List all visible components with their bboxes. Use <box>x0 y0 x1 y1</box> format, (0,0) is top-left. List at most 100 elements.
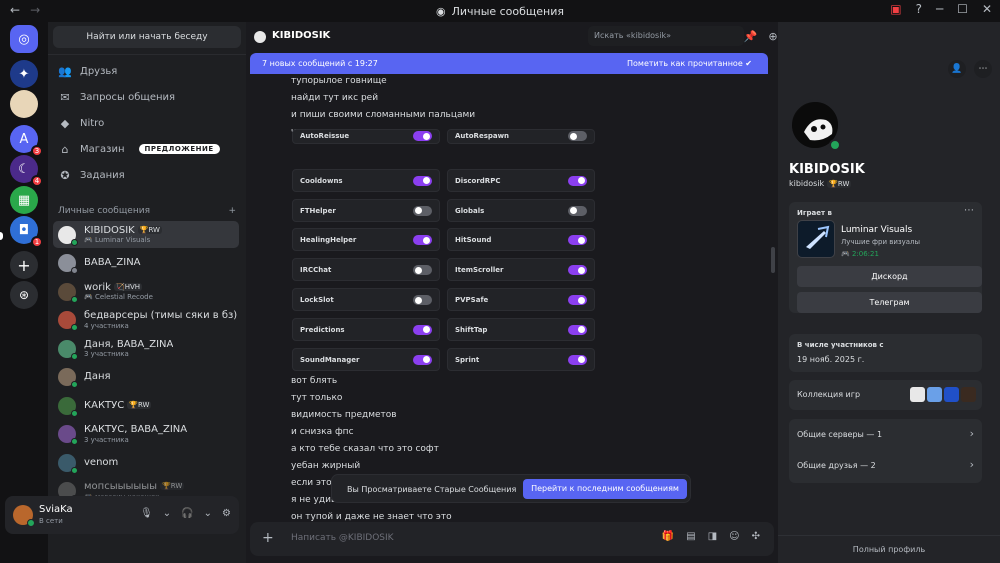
module-label: Sprint <box>455 355 480 364</box>
chevron-down-icon[interactable]: ⌄ <box>163 508 171 519</box>
dm-name: КАКТУС 🏆RW <box>84 400 152 412</box>
dm-item[interactable]: BABA_ZINA <box>53 250 239 277</box>
module-toggle-row: AutoRespawn <box>447 129 595 144</box>
server-1[interactable]: ✦ <box>10 60 38 88</box>
chat-avatar <box>254 31 266 43</box>
add-server-button[interactable]: + <box>10 251 38 279</box>
dm-item[interactable]: КАКТУС, BABA_ZINA 3 участника <box>53 421 239 448</box>
gif-icon[interactable]: ▤ <box>686 531 695 542</box>
full-profile-button[interactable]: Полный профиль <box>778 535 1000 563</box>
toggle-switch <box>568 354 587 365</box>
gift-icon[interactable]: 🎁 <box>662 531 674 542</box>
find-conversation-button[interactable]: Найти или начать беседу <box>53 26 241 48</box>
server-glyph: ◎ <box>18 31 30 47</box>
mark-read-label: Пометить как прочитанное <box>627 59 743 68</box>
new-messages-banner[interactable]: 7 новых сообщений с 19:27 Пометить как п… <box>250 53 768 74</box>
dm-item[interactable]: Даня, BABA_ZINA 3 участника <box>53 335 239 362</box>
minimize-button[interactable]: ─ <box>936 2 943 16</box>
message-text: а кто тебе сказал что это софт <box>291 444 439 454</box>
chat-title[interactable]: KIBIDOSIK <box>272 30 330 41</box>
controller-icon: 🎮 <box>841 250 852 258</box>
discord-link-button[interactable]: Дискорд <box>797 266 982 287</box>
dm-item[interactable]: worik 🏹HVH 🎮 Celestial Recode <box>53 278 239 305</box>
dm-subtitle: 3 участника <box>84 350 129 359</box>
headphones-icon[interactable]: 🎧 <box>181 508 193 519</box>
divider <box>48 54 246 55</box>
dm-name-text: venom <box>84 456 119 468</box>
nav-icon: ✪ <box>60 168 70 182</box>
server-2[interactable] <box>10 90 38 118</box>
server-5[interactable]: ▦ <box>10 186 38 214</box>
module-toggle-row: ItemScroller <box>447 258 595 282</box>
game-collection-card[interactable]: Коллекция игр <box>789 380 982 410</box>
dm-item[interactable]: бедварсеры (тимы сяки в бз) 4 участника <box>53 307 239 334</box>
toggle-switch <box>413 265 432 276</box>
inbox-icon[interactable]: ▣ <box>890 2 901 16</box>
sticker-icon[interactable]: ◨ <box>708 531 717 542</box>
module-toggle-row: DiscordRPC <box>447 168 595 192</box>
create-dm-icon[interactable]: + <box>228 206 236 216</box>
discord-home[interactable]: ◎ <box>10 25 38 53</box>
user-name[interactable]: SviaKa <box>39 504 73 515</box>
status-dot-icon <box>71 466 78 474</box>
maximize-button[interactable]: ☐ <box>957 2 968 16</box>
message-text: если это <box>291 478 332 488</box>
nav-item[interactable]: ✉ Запросы общения <box>58 87 238 107</box>
toggle-switch <box>568 205 587 216</box>
emoji-icon[interactable]: ☺ <box>729 531 739 542</box>
nav-item[interactable]: ✪ Задания <box>58 165 238 185</box>
chevron-down-icon[interactable]: ⌄ <box>204 508 212 519</box>
mutual-servers[interactable]: Общие серверы — 1 <box>797 430 882 439</box>
dm-item[interactable]: Даня <box>53 364 239 391</box>
toggle-switch <box>568 265 587 276</box>
scrollbar-thumb[interactable] <box>771 247 775 273</box>
game-name: Luminar Visuals <box>841 225 913 235</box>
help-icon[interactable]: ? <box>916 2 922 16</box>
unread-badge: 1 <box>31 236 43 248</box>
nav-item[interactable]: 👥 Друзья <box>58 61 238 81</box>
status-dot-icon <box>71 352 78 360</box>
nav-item[interactable]: ◆ Nitro <box>58 113 238 133</box>
toggle-switch <box>568 131 587 141</box>
dm-item[interactable]: venom <box>53 449 239 476</box>
add-friend-icon[interactable]: 👤 <box>948 60 966 78</box>
attach-plus-icon[interactable]: + <box>262 530 274 546</box>
dm-item[interactable]: КАКТУС 🏆RW <box>53 392 239 419</box>
add-friend-icon[interactable]: ⊕ <box>768 30 777 43</box>
server-glyph: ◘ <box>18 222 30 238</box>
server-4[interactable]: ☾ 4 <box>10 155 43 187</box>
microphone-icon[interactable]: 🎙 <box>140 508 153 519</box>
nav-item[interactable]: ⌂ Магазин ПРЕДЛОЖЕНИЕ <box>58 139 238 159</box>
dm-item[interactable]: KIBIDOSIK 🏆RW 🎮 Luminar Visuals <box>53 221 239 248</box>
toggle-switch <box>568 235 587 246</box>
module-label: PVPSafe <box>455 296 489 304</box>
module-label: ShiftTap <box>455 325 488 334</box>
activity-more-icon[interactable]: ⋯ <box>964 205 974 216</box>
more-options-icon[interactable]: ⋯ <box>974 60 992 78</box>
mutual-friends[interactable]: Общие друзья — 2 <box>797 461 876 470</box>
mark-read-button[interactable]: Пометить как прочитанное ✔ <box>627 59 752 68</box>
server-3[interactable]: A3 <box>10 125 43 157</box>
toggle-switch <box>568 295 587 305</box>
nav-icon: 👥 <box>58 64 72 78</box>
search-input[interactable]: Искать «kibidosik» <box>588 26 744 46</box>
telegram-link-button[interactable]: Телеграм <box>797 292 982 313</box>
clan-tag: 🏆RW <box>827 179 852 188</box>
dm-avatar <box>58 396 78 417</box>
member-since-card: В числе участников с 19 нояб. 2025 г. <box>789 334 982 372</box>
nav-label: Nitro <box>80 117 105 129</box>
pin-icon[interactable]: 📌 <box>744 30 758 43</box>
chevron-right-icon[interactable]: › <box>970 458 974 471</box>
module-toggle-row: LockSlot <box>292 288 440 311</box>
chevron-right-icon[interactable]: › <box>970 427 974 440</box>
apps-icon[interactable]: ✣ <box>752 531 760 542</box>
dm-subtitle: 3 участника <box>84 435 129 444</box>
message-composer[interactable]: + Написать @KIBIDOSIK 🎁 ▤ ◨ ☺ ✣ <box>250 522 774 556</box>
settings-gear-icon[interactable]: ⚙ <box>222 508 231 519</box>
discover-button[interactable]: ⊛ <box>10 281 38 309</box>
jump-to-latest-button[interactable]: Перейти к последним сообщениям <box>523 479 687 499</box>
message-input[interactable]: Написать @KIBIDOSIK <box>291 533 394 543</box>
close-button[interactable]: ✕ <box>982 2 992 16</box>
server-6[interactable]: ◘ 1 <box>10 216 43 248</box>
module-toggle-row: Sprint <box>447 347 595 371</box>
